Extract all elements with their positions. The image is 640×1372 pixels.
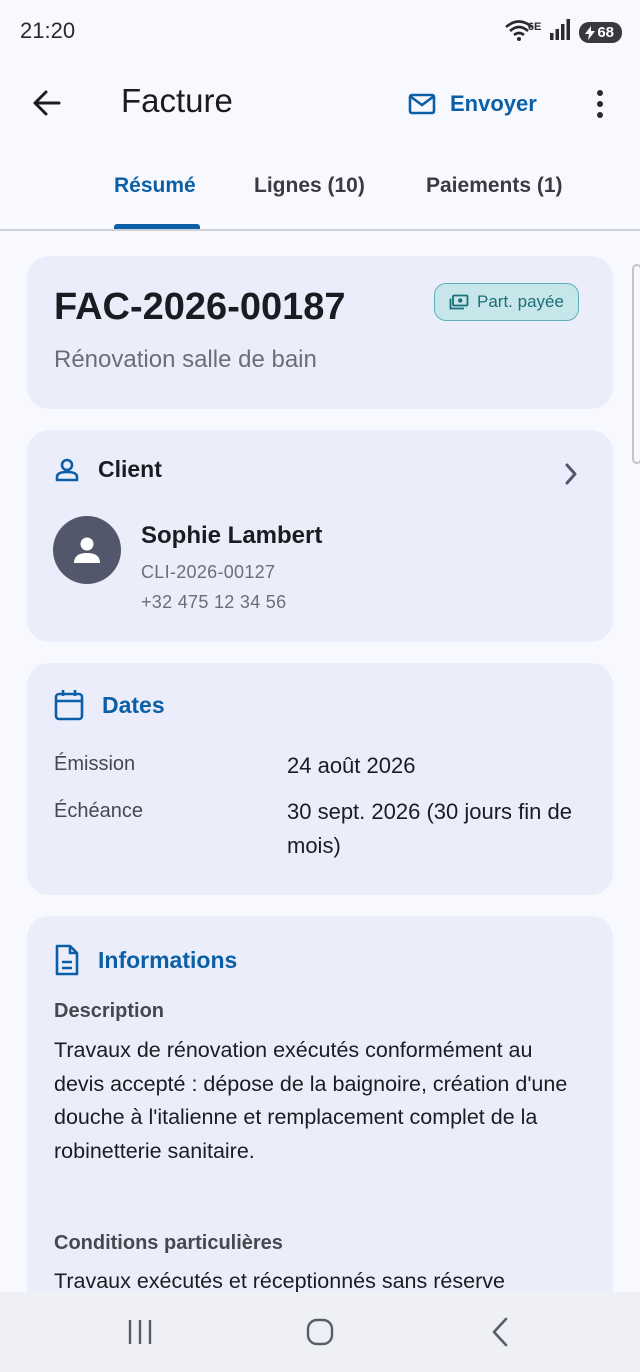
client-phone: +32 475 12 34 56 [141,592,287,612]
payments-icon [449,294,469,310]
send-button[interactable]: Envoyer [400,82,545,126]
more-vert-dot [597,101,603,107]
calendar-icon [54,690,84,721]
recent-apps-icon [128,1320,152,1344]
status-time: 21:20 [20,18,76,43]
more-vert-icon [597,90,603,96]
app-bar: Facture Envoyer [0,62,640,144]
description-text: Travaux de rénovation exécutés conformém… [54,1038,568,1163]
status-badge: Part. payée [434,283,579,321]
status-bar: 21:20 6E 68 [0,0,640,62]
client-code: CLI-2026-00127 [141,562,276,582]
home-button[interactable] [290,1310,350,1354]
status-badge-label: Part. payée [477,292,564,311]
send-button-label: Envoyer [450,91,537,116]
battery-level: 68 [597,24,614,41]
dates-card: Dates Émission 24 août 2026 Échéance 30 … [27,663,613,895]
due-date-value: 30 sept. 2026 (30 jours fin de mois) [287,799,572,858]
back-button[interactable] [28,84,66,122]
tab-bar: Résumé Lignes (10) Paiements (1) [0,144,640,231]
more-vert-dot [597,112,603,118]
more-options-button[interactable] [584,82,616,126]
network-type-label: 6E [527,20,542,33]
issue-date-value: 24 août 2026 [287,753,416,778]
person-icon [55,458,79,481]
battery-indicator: 68 [579,22,622,43]
chevron-right-icon[interactable] [563,462,579,491]
client-heading-label: Client [98,456,162,482]
system-back-button[interactable] [470,1310,530,1354]
tab-summary[interactable]: Résumé [114,174,196,198]
tab-lines[interactable]: Lignes (10) [254,174,365,198]
description-label: Description [54,1000,165,1022]
invoice-header-card: FAC-2026-00187 Rénovation salle de bain … [27,256,613,409]
document-icon [55,944,79,976]
avatar [53,516,121,584]
tab-payments[interactable]: Paiements (1) [426,174,563,198]
invoice-subtitle: Rénovation salle de bain [54,346,317,373]
conditions-label: Conditions particulières [54,1232,283,1254]
page-title: Facture [121,82,233,119]
nav-back-icon [492,1317,508,1347]
client-heading: Client [54,456,162,483]
informations-heading-label: Informations [98,946,238,973]
recent-apps-button[interactable] [110,1310,170,1354]
system-nav-bar [0,1292,640,1372]
avatar-person-icon [74,537,100,563]
scrollbar[interactable] [632,264,640,464]
due-date-label: Échéance [54,800,143,822]
informations-heading: Informations [54,944,237,976]
signal-icon [549,19,571,46]
home-icon [306,1318,334,1346]
arrow-back-icon [33,90,61,116]
client-name: Sophie Lambert [141,522,323,549]
informations-card: Informations Description Travaux de réno… [27,916,613,1336]
active-tab-indicator [114,224,200,229]
issue-date-label: Émission [54,753,136,775]
charging-icon [585,25,596,40]
invoice-number: FAC-2026-00187 [54,286,346,328]
client-card[interactable]: Client Sophie Lambert CLI-2026-00127 +32… [27,430,613,642]
dates-heading-label: Dates [102,691,165,718]
status-icons: 6E 68 [504,18,622,47]
mail-icon [408,93,436,115]
dates-heading: Dates [54,689,165,721]
